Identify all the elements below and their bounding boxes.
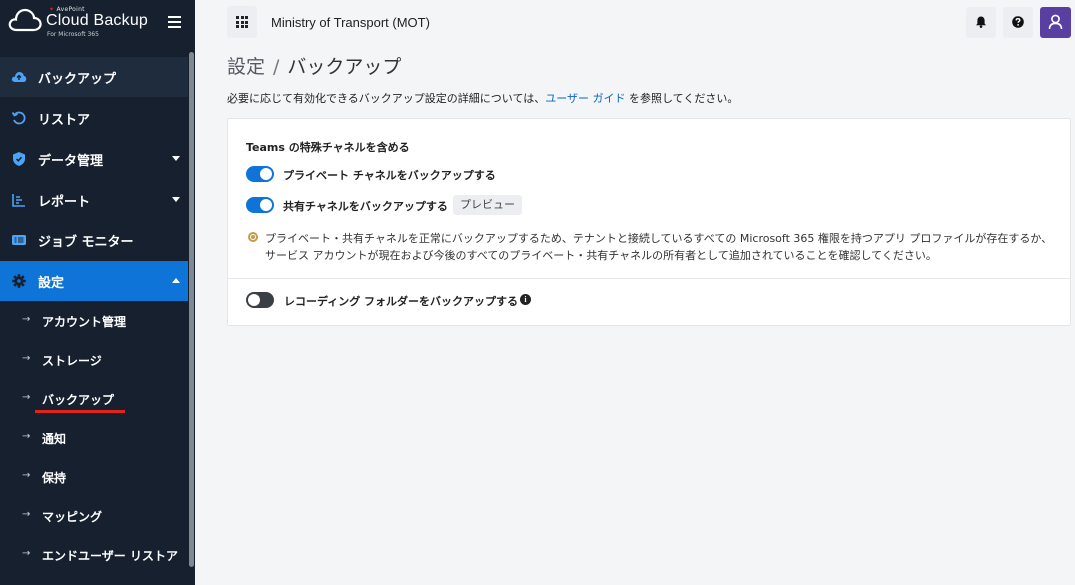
sidebar-subitem-label: アカウント管理 (42, 315, 127, 329)
sidebar-item-label: バックアップ (38, 72, 117, 87)
report-icon (12, 194, 25, 207)
sidebar-subitem-storage[interactable]: → ストレージ (0, 341, 188, 379)
tenant-name: Ministry of Transport (MOT) (271, 15, 430, 30)
shield-icon (13, 152, 25, 166)
private-channel-toggle[interactable] (246, 166, 274, 182)
description-text: 必要に応じて有効化できるバックアップ設定の詳細については、 (227, 92, 546, 105)
shared-channel-label: 共有チャネルをバックアップする (283, 200, 448, 213)
page-description: 必要に応じて有効化できるバックアップ設定の詳細については、ユーザー ガイド を参… (227, 90, 738, 106)
backup-settings-card: Teams の特殊チャネルを含める プライベート チャネルをバックアップする 共… (227, 118, 1071, 326)
arrow-right-icon: → (22, 431, 31, 442)
gear-icon (12, 274, 26, 288)
sidebar-item-report[interactable]: レポート (0, 180, 188, 220)
recording-folder-toggle[interactable] (246, 292, 274, 308)
chevron-up-icon (172, 278, 180, 283)
brand: ✦ AvePoint Cloud Backup For Microsoft 36… (0, 0, 195, 48)
grid-icon (236, 16, 248, 28)
warning-icon (248, 232, 258, 242)
description-text-end: を参照してください。 (625, 92, 739, 105)
sidebar-item-settings[interactable]: 設定 (0, 261, 188, 301)
arrow-right-icon: → (22, 509, 31, 520)
bell-icon (976, 16, 986, 28)
arrow-right-icon: → (22, 548, 31, 559)
divider (228, 278, 1070, 279)
preview-badge: プレビュー (453, 195, 522, 215)
sidebar-item-label: 設定 (38, 276, 65, 291)
monitor-icon (12, 235, 26, 245)
cloud-logo-icon (8, 8, 42, 32)
shared-channel-toggle[interactable] (246, 197, 274, 213)
sidebar-subitem-account-management[interactable]: → アカウント管理 (0, 302, 188, 340)
brand-subtitle: For Microsoft 365 (47, 31, 99, 38)
sidebar-item-backup[interactable]: バックアップ (0, 57, 188, 97)
sidebar-subitem-label: 通知 (42, 432, 67, 446)
brand-title: Cloud Backup (46, 12, 149, 29)
channel-note: プライベート・共有チャネルを正常にバックアップするため、テナントと接続しているす… (265, 232, 1053, 262)
sidebar-subitem-label: ストレージ (42, 354, 102, 368)
sidebar-item-label: リストア (38, 113, 91, 128)
sidebar-subitem-label: マッピング (42, 510, 103, 524)
chevron-down-icon (172, 156, 180, 161)
active-underline (35, 410, 125, 413)
sidebar-item-data-management[interactable]: データ管理 (0, 139, 188, 179)
sidebar-item-restore[interactable]: リストア (0, 98, 188, 138)
arrow-right-icon: → (22, 314, 31, 325)
info-icon[interactable]: i (520, 294, 531, 305)
app-launcher-button[interactable] (227, 6, 257, 38)
arrow-right-icon: → (22, 470, 31, 481)
menu-icon[interactable] (168, 16, 181, 28)
user-guide-link[interactable]: ユーザー ガイド (545, 92, 625, 105)
sidebar-subitem-end-user-restore[interactable]: → エンドユーザー リストア (0, 536, 188, 574)
breadcrumb-separator: / (273, 56, 280, 78)
arrow-right-icon: → (22, 392, 31, 403)
breadcrumb: 設定 / バックアップ (227, 52, 401, 79)
chevron-down-icon (172, 197, 180, 202)
user-icon (1048, 14, 1063, 30)
sidebar-subitem-retention[interactable]: → 保持 (0, 458, 188, 496)
recording-folder-label: レコーディング フォルダーをバックアップする (284, 295, 519, 308)
sidebar-subitem-mapping[interactable]: → マッピング (0, 497, 188, 535)
breadcrumb-parent[interactable]: 設定 (227, 56, 265, 78)
restore-icon (11, 111, 26, 125)
sidebar: ✦ AvePoint Cloud Backup For Microsoft 36… (0, 0, 195, 585)
sidebar-item-label: ジョブ モニター (38, 235, 134, 250)
profile-button[interactable] (1040, 7, 1071, 38)
section-title: Teams の特殊チャネルを含める (246, 141, 410, 154)
sidebar-subitem-notification[interactable]: → 通知 (0, 419, 188, 457)
sidebar-item-job-monitor[interactable]: ジョブ モニター (0, 220, 188, 260)
sidebar-subitem-label: バックアップ (42, 393, 115, 407)
arrow-right-icon: → (22, 353, 31, 364)
sidebar-item-label: レポート (38, 195, 91, 210)
private-channel-label: プライベート チャネルをバックアップする (283, 169, 496, 182)
sidebar-subitem-label: 保持 (42, 471, 67, 485)
notification-button[interactable] (966, 7, 996, 38)
help-button[interactable] (1003, 7, 1033, 38)
sidebar-scrollbar[interactable] (189, 52, 194, 567)
sidebar-item-label: データ管理 (38, 154, 104, 169)
cloud-upload-icon (11, 72, 27, 82)
page-title: バックアップ (287, 56, 402, 78)
help-icon (1012, 16, 1024, 28)
sidebar-subitem-label: エンドユーザー リストア (42, 549, 178, 563)
